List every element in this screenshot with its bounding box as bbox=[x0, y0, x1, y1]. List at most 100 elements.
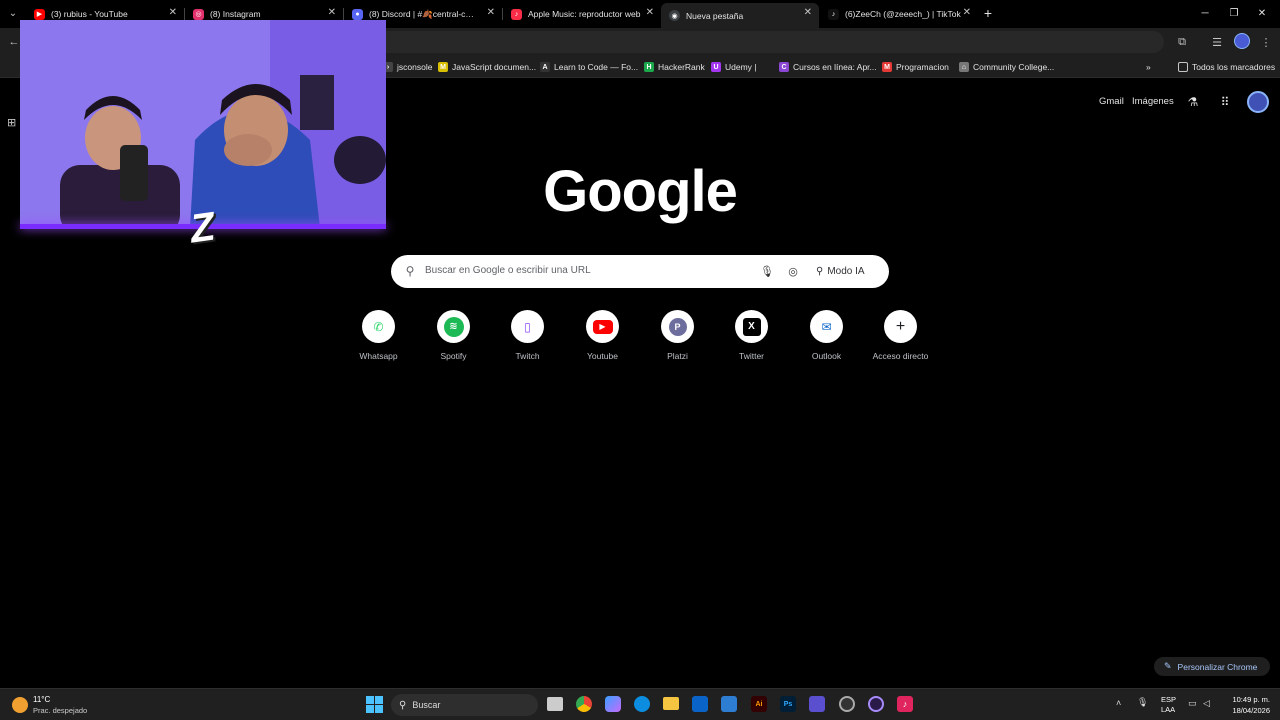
shortcut-label: Youtube bbox=[587, 351, 618, 361]
personalize-chrome-button[interactable]: ✎ Personalizar Chrome bbox=[1154, 657, 1270, 676]
taskbar-search-label: Buscar bbox=[412, 700, 441, 710]
google-apps-icon[interactable]: ⠿ bbox=[1217, 94, 1233, 110]
shortcut-label: Twitter bbox=[738, 351, 765, 361]
new-tab-plus-icon[interactable]: + bbox=[980, 5, 996, 21]
close-icon[interactable]: ✕ bbox=[804, 7, 812, 18]
bookmark-item[interactable]: M Programacion bbox=[882, 60, 949, 74]
store-icon[interactable] bbox=[721, 696, 737, 712]
bookmark-label: Community College... bbox=[973, 62, 1055, 72]
bookmark-label: Programacion bbox=[896, 62, 949, 72]
shortcut-youtube[interactable]: ▶ Youtube bbox=[565, 308, 640, 368]
community-college-icon: ⌂ bbox=[959, 62, 969, 72]
illustrator-icon[interactable]: Ai bbox=[751, 696, 767, 712]
streamer-z-logo: Z bbox=[187, 204, 218, 252]
language-layout: LAA bbox=[1161, 705, 1176, 714]
google-logo: Google bbox=[543, 159, 738, 224]
shortcut-label: Outlook bbox=[811, 351, 842, 361]
clock[interactable]: 10:49 p. m. 18/04/2026 bbox=[1222, 694, 1270, 716]
shortcut-label: Twitch bbox=[515, 351, 540, 361]
shortcut-twitter[interactable]: X Twitter bbox=[714, 308, 789, 368]
close-icon[interactable]: ✕ bbox=[169, 7, 177, 18]
ai-mode-button[interactable]: ⚲ Modo IA bbox=[816, 264, 865, 278]
restore-icon[interactable]: ❐ bbox=[1224, 4, 1244, 22]
gmail-link[interactable]: Gmail bbox=[1099, 96, 1124, 107]
network-icon[interactable]: ▭ bbox=[1188, 698, 1197, 709]
close-icon[interactable]: ✕ bbox=[487, 7, 495, 18]
bookmark-item[interactable]: A Learn to Code — Fo... bbox=[540, 60, 638, 74]
window-close-icon[interactable]: ✕ bbox=[1252, 4, 1272, 22]
ai-mode-label: Modo IA bbox=[827, 265, 865, 277]
all-bookmarks-label: Todos los marcadores bbox=[1192, 62, 1276, 72]
google-lens-icon[interactable]: ◎ bbox=[786, 264, 800, 278]
bookmark-item[interactable]: › jsconsole bbox=[383, 60, 432, 74]
outlook-taskbar-icon[interactable] bbox=[692, 696, 708, 712]
shortcut-whatsapp[interactable]: ✆ Whatsapp bbox=[341, 308, 416, 368]
outlook-icon: ✉ bbox=[810, 310, 843, 343]
obs-icon[interactable] bbox=[839, 696, 855, 712]
all-bookmarks[interactable]: Todos los marcadores bbox=[1178, 60, 1275, 74]
shortcut-platzi[interactable]: P Platzi bbox=[640, 308, 715, 368]
close-icon[interactable]: ✕ bbox=[646, 7, 654, 18]
weather-condition[interactable]: Prac. despejado bbox=[33, 706, 87, 715]
weather-temperature[interactable]: 11°C bbox=[33, 695, 50, 704]
vs-icon[interactable] bbox=[809, 696, 825, 712]
bookmark-item[interactable]: H HackerRank bbox=[644, 60, 705, 74]
close-icon[interactable]: ✕ bbox=[963, 7, 971, 18]
photoshop-icon[interactable]: Ps bbox=[780, 696, 796, 712]
apple-music-icon: ♪ bbox=[511, 8, 522, 20]
shortcut-outlook[interactable]: ✉ Outlook bbox=[789, 308, 864, 368]
bookmark-label: jsconsole bbox=[397, 62, 433, 72]
close-icon[interactable]: ✕ bbox=[328, 7, 336, 18]
images-link[interactable]: Imágenes bbox=[1132, 96, 1174, 107]
microphone-tray-icon[interactable]: 🎙 bbox=[1137, 697, 1148, 708]
search-box[interactable]: ⚲ Buscar en Google o escribir una URL 🎙 … bbox=[391, 255, 889, 288]
taskbar-search[interactable]: ⚲ Buscar bbox=[391, 694, 538, 716]
tab-title: (8) Instagram bbox=[210, 9, 261, 19]
bookmark-item[interactable]: U Udemy | bbox=[711, 60, 757, 74]
copilot-icon[interactable] bbox=[605, 696, 621, 712]
microphone-icon[interactable]: 🎙 bbox=[760, 264, 774, 278]
reading-list-icon[interactable]: ☰ bbox=[1209, 34, 1225, 50]
freecodecamp-icon: A bbox=[540, 62, 550, 72]
apps-grid-icon[interactable]: ⊞ bbox=[7, 117, 19, 129]
input-language[interactable]: ESP LAA bbox=[1161, 695, 1176, 715]
profile-avatar[interactable] bbox=[1234, 33, 1250, 49]
bookmark-item[interactable]: M JavaScript documen... bbox=[438, 60, 536, 74]
shortcut-label: Whatsapp bbox=[359, 351, 398, 361]
tray-chevron-up-icon[interactable]: ˄ bbox=[1116, 698, 1121, 708]
tab-tiktok[interactable]: ♪ (6)ZeeCh (@zeeech_) | TikTok ✕ bbox=[820, 3, 978, 25]
udemy-icon: U bbox=[711, 62, 721, 72]
extensions-icon[interactable]: ⧉ bbox=[1174, 34, 1190, 50]
menu-kebab-icon[interactable]: ⋮ bbox=[1258, 34, 1274, 50]
edge-icon[interactable] bbox=[634, 696, 650, 712]
mdn-icon: M bbox=[438, 62, 448, 72]
bookmark-label: JavaScript documen... bbox=[452, 62, 537, 72]
whatsapp-icon: ✆ bbox=[362, 310, 395, 343]
volume-icon[interactable]: ◁ bbox=[1203, 698, 1210, 709]
bookmark-item[interactable]: ⌂ Community College... bbox=[959, 60, 1054, 74]
chrome-icon: ◉ bbox=[669, 10, 680, 21]
shortcut-twitch[interactable]: ▯ Twitch bbox=[490, 308, 565, 368]
task-view-icon[interactable] bbox=[547, 697, 563, 711]
windows-start-icon[interactable] bbox=[366, 696, 383, 713]
file-explorer-icon[interactable] bbox=[663, 697, 679, 710]
youtube-icon: ▶ bbox=[34, 8, 45, 20]
bookmark-item[interactable]: C Cursos en línea: Apr... bbox=[779, 60, 877, 74]
tiktok-icon: ♪ bbox=[828, 8, 839, 20]
search-icon: ⚲ bbox=[399, 699, 407, 711]
bookmarks-overflow-icon[interactable]: » bbox=[1146, 60, 1151, 74]
tab-apple-music[interactable]: ♪ Apple Music: reproductor web ✕ bbox=[503, 3, 661, 25]
shortcut-add[interactable]: + Acceso directo bbox=[863, 308, 938, 368]
search-input[interactable]: Buscar en Google o escribir una URL bbox=[425, 265, 591, 276]
tab-title: Nueva pestaña bbox=[686, 10, 744, 21]
programacion-icon: M bbox=[882, 62, 892, 72]
shortcut-spotify[interactable]: ≋ Spotify bbox=[416, 308, 491, 368]
chrome-taskbar-icon[interactable] bbox=[576, 696, 592, 712]
minimize-icon[interactable]: ─ bbox=[1195, 4, 1215, 22]
app-icon[interactable] bbox=[868, 696, 884, 712]
account-avatar[interactable] bbox=[1247, 91, 1269, 113]
weather-icon[interactable] bbox=[12, 697, 28, 713]
tiktok-taskbar-icon[interactable]: ♪ bbox=[897, 696, 913, 712]
tab-new-tab[interactable]: ◉ Nueva pestaña ✕ bbox=[661, 3, 819, 28]
labs-flask-icon[interactable]: ⚗ bbox=[1185, 94, 1201, 110]
